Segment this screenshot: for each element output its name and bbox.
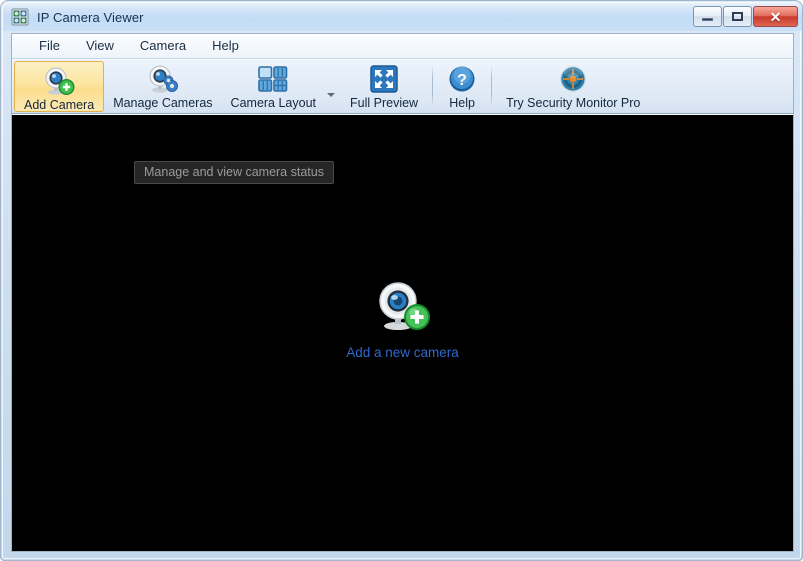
add-new-camera-link[interactable]: Add a new camera — [346, 345, 459, 360]
camera-grid-icon — [11, 8, 29, 26]
menu-file[interactable]: File — [26, 35, 73, 57]
toolbar-button-full-preview[interactable]: Full Preview — [341, 60, 427, 113]
camera-add-large-icon[interactable] — [374, 280, 432, 337]
close-button[interactable]: ✕ — [753, 6, 798, 27]
toolbar-separator-2 — [491, 66, 493, 107]
camera-layout-dropdown-button[interactable] — [325, 60, 341, 113]
toolbar: Add Camera Manage Cameras Camera Layout … — [12, 59, 793, 114]
client-area: File View Camera Help Add Camera Manage … — [11, 33, 794, 552]
camera-viewport[interactable]: Manage and view camera status Add a new … — [12, 115, 793, 551]
toolbar-label-add-camera: Add Camera — [24, 98, 95, 112]
grid-layout-icon — [256, 64, 290, 94]
toolbar-separator-1 — [432, 66, 434, 107]
question-mark-icon: ? — [447, 64, 477, 94]
toolbar-button-try-security-monitor-pro[interactable]: Try Security Monitor Pro — [497, 60, 649, 113]
fullscreen-arrows-icon — [369, 64, 399, 94]
toolbar-button-camera-layout[interactable]: Camera Layout — [222, 60, 325, 113]
chevron-down-icon — [327, 93, 336, 97]
camera-add-icon — [42, 66, 76, 96]
window-controls: ✕ — [692, 6, 798, 27]
menu-help[interactable]: Help — [199, 35, 252, 57]
minimize-icon — [702, 18, 713, 21]
toolbar-label-full-preview: Full Preview — [350, 96, 419, 110]
tooltip: Manage and view camera status — [134, 161, 334, 184]
toolbar-button-help[interactable]: ? Help — [438, 60, 486, 113]
minimize-button[interactable] — [693, 6, 722, 27]
toolbar-label-try-security-monitor-pro: Try Security Monitor Pro — [506, 96, 641, 110]
toolbar-button-add-camera[interactable]: Add Camera — [14, 61, 105, 112]
svg-text:?: ? — [457, 72, 467, 89]
add-camera-placeholder[interactable]: Add a new camera — [12, 280, 793, 360]
window-title: IP Camera Viewer — [37, 9, 144, 25]
title-bar: IP Camera Viewer ✕ — [3, 3, 802, 31]
maximize-icon — [732, 12, 743, 21]
camera-settings-icon — [146, 64, 180, 94]
menu-view[interactable]: View — [73, 35, 127, 57]
toolbar-label-help: Help — [449, 96, 475, 110]
security-target-icon — [558, 64, 588, 94]
maximize-button[interactable] — [723, 6, 752, 27]
application-window: IP Camera Viewer ✕ File View Camera Help — [0, 0, 803, 561]
toolbar-label-manage-cameras: Manage Cameras — [113, 96, 213, 110]
menu-bar: File View Camera Help — [12, 34, 793, 59]
toolbar-label-camera-layout: Camera Layout — [230, 96, 317, 110]
toolbar-button-manage-cameras[interactable]: Manage Cameras — [104, 60, 221, 113]
close-icon: ✕ — [769, 8, 782, 25]
menu-camera[interactable]: Camera — [127, 35, 199, 57]
